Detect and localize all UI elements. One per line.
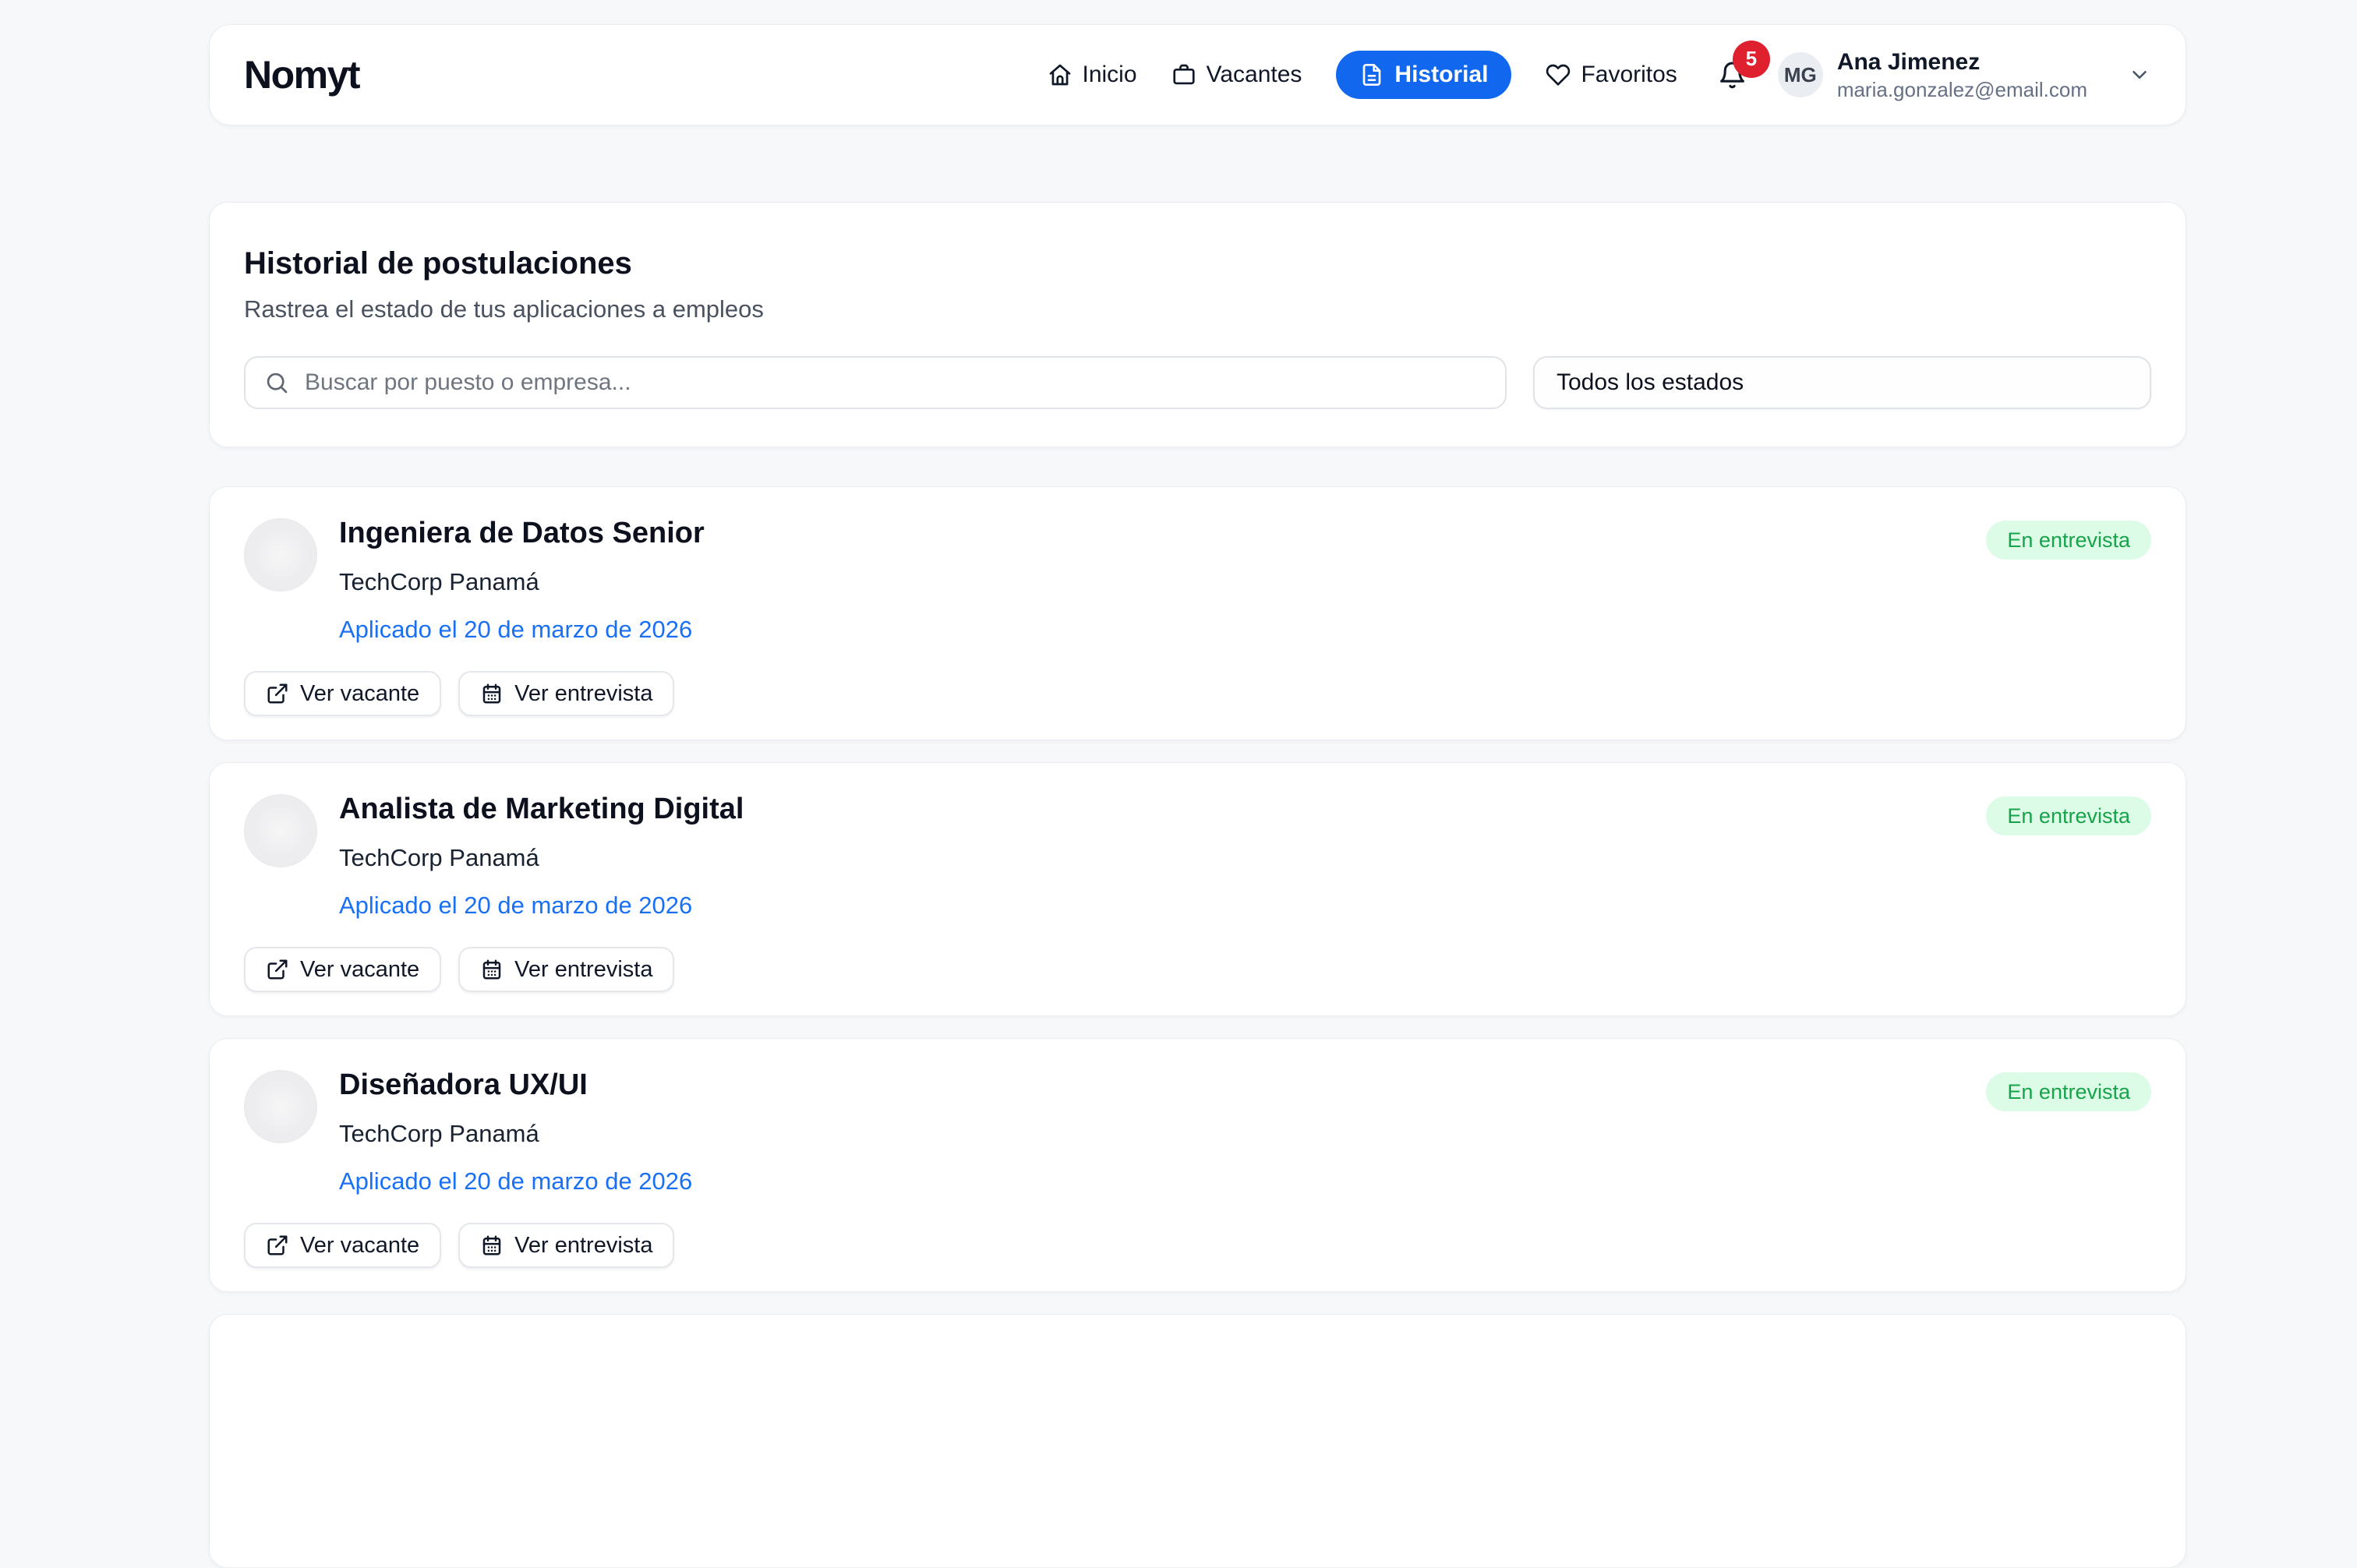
view-interview-button[interactable]: Ver entrevista <box>458 671 674 716</box>
history-panel: Historial de postulaciones Rastrea el es… <box>209 202 2186 447</box>
application-card-partial <box>209 1314 2186 1568</box>
nav-label: Favoritos <box>1581 62 1677 88</box>
brand-logo[interactable]: Nomyt <box>244 52 359 97</box>
company-avatar <box>244 794 317 867</box>
button-label: Ver entrevista <box>514 1233 652 1259</box>
job-info: Diseñadora UX/UI TechCorp Panamá Aplicad… <box>339 1068 692 1195</box>
notification-count-badge: 5 <box>1733 41 1770 78</box>
search-icon <box>264 370 289 395</box>
user-avatar: MG <box>1778 52 1823 97</box>
job-company: TechCorp Panamá <box>339 568 705 596</box>
job-actions: Ver vacante Ver entrevista <box>244 1223 674 1268</box>
job-company: TechCorp Panamá <box>339 1120 692 1148</box>
home-icon <box>1048 62 1072 87</box>
status-badge: En entrevista <box>1986 1072 2151 1111</box>
job-info: Ingeniera de Datos Senior TechCorp Panam… <box>339 517 705 644</box>
page-title: Historial de postulaciones <box>244 246 2151 281</box>
job-info: Analista de Marketing Digital TechCorp P… <box>339 793 744 920</box>
nav-label: Vacantes <box>1207 62 1302 88</box>
job-actions: Ver vacante Ver entrevista <box>244 671 674 716</box>
main-nav: Inicio Vacantes Historial Favoritos <box>1048 51 1677 99</box>
top-navigation-bar: Nomyt Inicio Vacantes Historial Favorito… <box>209 24 2186 125</box>
page-subtitle: Rastrea el estado de tus aplicaciones a … <box>244 295 2151 323</box>
view-interview-button[interactable]: Ver entrevista <box>458 947 674 992</box>
user-name: Ana Jimenez <box>1837 48 2087 77</box>
application-card: Ingeniera de Datos Senior TechCorp Panam… <box>209 486 2186 740</box>
status-badge: En entrevista <box>1986 521 2151 560</box>
view-interview-button[interactable]: Ver entrevista <box>458 1223 674 1268</box>
user-texts: Ana Jimenez maria.gonzalez@email.com <box>1837 48 2087 102</box>
applied-date: Aplicado el 20 de marzo de 2026 <box>339 616 705 644</box>
external-link-icon <box>266 1234 289 1257</box>
job-company: TechCorp Panamá <box>339 844 744 872</box>
company-avatar <box>244 518 317 592</box>
external-link-icon <box>266 958 289 981</box>
nav-label: Inicio <box>1083 62 1137 88</box>
button-label: Ver vacante <box>300 681 419 707</box>
calendar-icon <box>480 1234 504 1257</box>
calendar-icon <box>480 958 504 981</box>
application-card: Analista de Marketing Digital TechCorp P… <box>209 762 2186 1016</box>
nav-item-favoritos[interactable]: Favoritos <box>1546 62 1677 88</box>
notifications-button[interactable]: 5 <box>1718 61 1747 90</box>
chevron-down-icon <box>2128 63 2151 87</box>
filters-row: Todos los estados <box>244 356 2151 409</box>
nav-item-vacantes[interactable]: Vacantes <box>1171 62 1302 88</box>
job-title: Diseñadora UX/UI <box>339 1068 692 1103</box>
applied-date: Aplicado el 20 de marzo de 2026 <box>339 892 744 920</box>
button-label: Ver vacante <box>300 957 419 983</box>
calendar-icon <box>480 682 504 705</box>
search-box <box>244 356 1507 409</box>
user-menu[interactable]: MG Ana Jimenez maria.gonzalez@email.com <box>1778 48 2151 102</box>
document-icon <box>1359 62 1384 87</box>
company-avatar <box>244 1070 317 1143</box>
briefcase-icon <box>1171 62 1196 87</box>
job-title: Ingeniera de Datos Senior <box>339 517 705 551</box>
status-badge: En entrevista <box>1986 796 2151 835</box>
heart-icon <box>1546 62 1571 87</box>
user-email: maria.gonzalez@email.com <box>1837 77 2087 103</box>
external-link-icon <box>266 682 289 705</box>
button-label: Ver vacante <box>300 1233 419 1259</box>
search-input[interactable] <box>305 369 1486 396</box>
nav-label: Historial <box>1394 62 1488 88</box>
page-container: Nomyt Inicio Vacantes Historial Favorito… <box>209 24 2186 1568</box>
job-actions: Ver vacante Ver entrevista <box>244 947 674 992</box>
applied-date: Aplicado el 20 de marzo de 2026 <box>339 1167 692 1195</box>
job-title: Analista de Marketing Digital <box>339 793 744 827</box>
view-vacancy-button[interactable]: Ver vacante <box>244 1223 441 1268</box>
button-label: Ver entrevista <box>514 957 652 983</box>
view-vacancy-button[interactable]: Ver vacante <box>244 671 441 716</box>
status-filter-select[interactable]: Todos los estados <box>1533 356 2151 409</box>
button-label: Ver entrevista <box>514 681 652 707</box>
application-card: Diseñadora UX/UI TechCorp Panamá Aplicad… <box>209 1038 2186 1292</box>
view-vacancy-button[interactable]: Ver vacante <box>244 947 441 992</box>
nav-item-historial-active[interactable]: Historial <box>1336 51 1511 99</box>
nav-item-inicio[interactable]: Inicio <box>1048 62 1137 88</box>
